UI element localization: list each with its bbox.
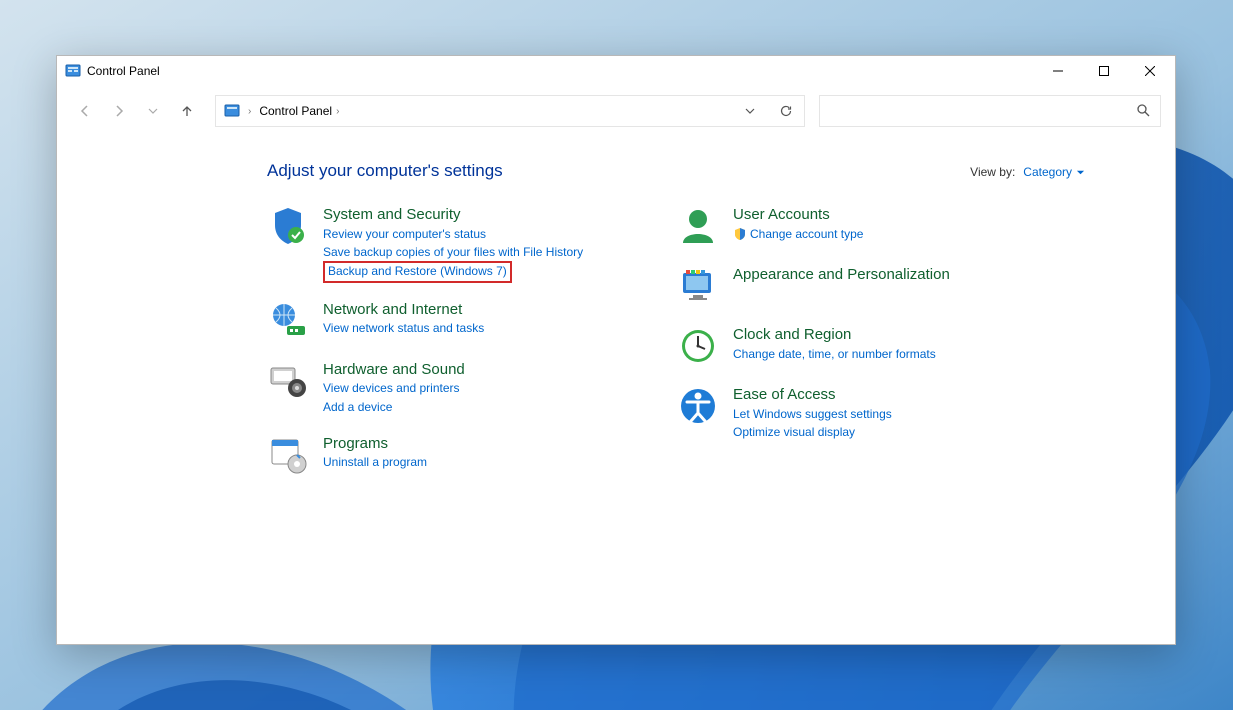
- category-link[interactable]: Review your computer's status: [323, 226, 583, 243]
- nav-back-button[interactable]: [71, 97, 99, 125]
- appearance-personalization-icon: [677, 265, 719, 307]
- category-appearance-personalization: Appearance and Personalization: [677, 265, 1027, 307]
- search-input[interactable]: [830, 103, 1136, 119]
- nav-recent-dropdown[interactable]: [139, 97, 167, 125]
- search-icon: [1136, 103, 1150, 120]
- category-network-internet: Network and InternetView network status …: [267, 300, 617, 342]
- category-user-accounts: User AccountsChange account type: [677, 205, 1027, 247]
- address-history-dropdown[interactable]: [736, 97, 764, 125]
- category-hardware-sound: Hardware and SoundView devices and print…: [267, 360, 617, 416]
- nav-forward-button[interactable]: [105, 97, 133, 125]
- refresh-button[interactable]: [772, 97, 800, 125]
- category-title-appearance-personalization[interactable]: Appearance and Personalization: [733, 265, 950, 285]
- category-link[interactable]: Uninstall a program: [323, 454, 427, 471]
- category-clock-region: Clock and RegionChange date, time, or nu…: [677, 325, 1027, 367]
- category-title-hardware-sound[interactable]: Hardware and Sound: [323, 360, 465, 380]
- view-by-label: View by:: [970, 165, 1015, 179]
- nav-up-button[interactable]: [173, 97, 201, 125]
- category-title-network-internet[interactable]: Network and Internet: [323, 300, 484, 320]
- search-bar[interactable]: [819, 95, 1161, 127]
- category-link[interactable]: View network status and tasks: [323, 320, 484, 337]
- address-bar[interactable]: › Control Panel ›: [215, 95, 805, 127]
- category-programs: ProgramsUninstall a program: [267, 434, 617, 476]
- content-area: Adjust your computer's settings View by:…: [57, 135, 1175, 644]
- category-title-user-accounts[interactable]: User Accounts: [733, 205, 863, 225]
- control-panel-window: Control Panel › Control Panel ›: [56, 55, 1176, 645]
- category-system-security: System and SecurityReview your computer'…: [267, 205, 617, 282]
- maximize-button[interactable]: [1081, 56, 1127, 86]
- minimize-button[interactable]: [1035, 56, 1081, 86]
- close-button[interactable]: [1127, 56, 1173, 86]
- network-internet-icon: [267, 300, 309, 342]
- clock-region-icon: [677, 325, 719, 367]
- view-by-control: View by: Category: [970, 165, 1085, 179]
- category-link[interactable]: Save backup copies of your files with Fi…: [323, 244, 583, 261]
- titlebar: Control Panel: [57, 56, 1175, 86]
- category-ease-of-access: Ease of AccessLet Windows suggest settin…: [677, 385, 1027, 441]
- category-title-system-security[interactable]: System and Security: [323, 205, 583, 225]
- ease-of-access-icon: [677, 385, 719, 427]
- page-title: Adjust your computer's settings: [267, 161, 503, 181]
- user-accounts-icon: [677, 205, 719, 247]
- category-title-clock-region[interactable]: Clock and Region: [733, 325, 936, 345]
- category-link[interactable]: Add a device: [323, 399, 465, 416]
- system-security-icon: [267, 205, 309, 247]
- category-link[interactable]: Let Windows suggest settings: [733, 406, 892, 423]
- category-title-ease-of-access[interactable]: Ease of Access: [733, 385, 892, 405]
- navigation-bar: › Control Panel ›: [57, 86, 1175, 135]
- category-link[interactable]: Optimize visual display: [733, 424, 892, 441]
- control-panel-app-icon: [65, 63, 81, 79]
- category-link[interactable]: Change date, time, or number formats: [733, 346, 936, 363]
- programs-icon: [267, 434, 309, 476]
- highlighted-link: Backup and Restore (Windows 7): [323, 261, 512, 282]
- category-link[interactable]: View devices and printers: [323, 380, 465, 397]
- category-link[interactable]: Change account type: [733, 226, 863, 243]
- chevron-right-icon: ›: [248, 106, 251, 117]
- chevron-down-icon: [1076, 168, 1085, 177]
- category-link[interactable]: Backup and Restore (Windows 7): [328, 263, 507, 280]
- category-title-programs[interactable]: Programs: [323, 434, 427, 454]
- window-title: Control Panel: [87, 64, 160, 78]
- chevron-right-icon: ›: [336, 106, 339, 117]
- address-bar-icon: [224, 103, 240, 119]
- view-by-dropdown[interactable]: Category: [1023, 165, 1085, 179]
- breadcrumb-item[interactable]: Control Panel: [259, 104, 332, 118]
- hardware-sound-icon: [267, 360, 309, 402]
